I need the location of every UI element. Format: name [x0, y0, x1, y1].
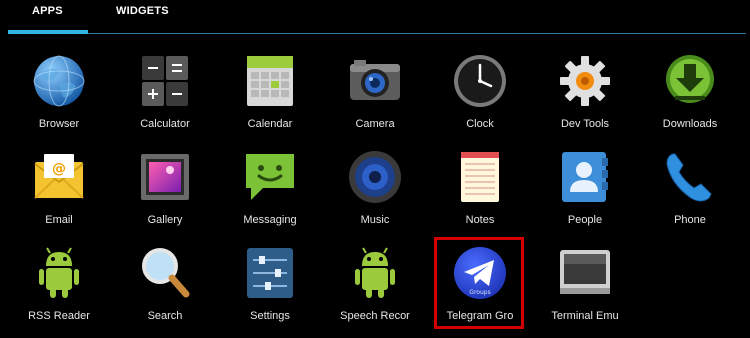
app-label: RSS Reader [28, 310, 90, 322]
app-camera[interactable]: Camera [327, 52, 423, 142]
app-notes[interactable]: Notes [432, 148, 528, 238]
app-calendar[interactable]: Calendar [222, 52, 318, 142]
app-calculator[interactable]: Calculator [117, 52, 213, 142]
app-gallery[interactable]: Gallery [117, 148, 213, 238]
app-phone[interactable]: Phone [642, 148, 738, 238]
app-terminal-emulator[interactable]: Terminal Emu [537, 244, 633, 334]
clock-icon [451, 52, 509, 110]
app-label: Gallery [147, 214, 183, 226]
app-messaging[interactable]: Messaging [222, 148, 318, 238]
app-label: Search [147, 310, 183, 322]
calendar-icon [241, 52, 299, 110]
app-clock[interactable]: Clock [432, 52, 528, 142]
envelope-icon: @ [30, 148, 88, 206]
app-people[interactable]: People [537, 148, 633, 238]
app-label: Terminal Emu [551, 310, 619, 322]
app-label: Calendar [247, 118, 293, 130]
app-rss-reader[interactable]: RSS Reader [11, 244, 107, 334]
android-robot-icon [30, 244, 88, 302]
download-icon [661, 52, 719, 110]
gallery-icon [136, 148, 194, 206]
app-dev-tools[interactable]: Dev Tools [537, 52, 633, 142]
contacts-icon [556, 148, 614, 206]
magnifier-icon [136, 244, 194, 302]
terminal-screen-icon [556, 244, 614, 302]
app-label: Downloads [662, 118, 718, 130]
app-label: Browser [38, 118, 80, 130]
selection-highlight-box [434, 237, 524, 329]
app-settings[interactable]: Settings [222, 244, 318, 334]
app-email[interactable]: @ Email [11, 148, 107, 238]
app-label: Notes [465, 214, 495, 226]
app-label: People [567, 214, 603, 226]
sliders-icon [241, 244, 299, 302]
chat-bubble-icon [241, 148, 299, 206]
app-label: Dev Tools [560, 118, 610, 130]
app-label: Speech Recor [340, 310, 410, 322]
app-downloads[interactable]: Downloads [642, 52, 738, 142]
gear-icon [556, 52, 614, 110]
svg-text:@: @ [52, 161, 66, 177]
camera-icon [346, 52, 404, 110]
globe-icon [30, 52, 88, 110]
app-speech-recorder[interactable]: Speech Recor [327, 244, 423, 334]
app-label: Settings [250, 310, 290, 322]
android-robot-icon [346, 244, 404, 302]
app-browser[interactable]: Browser [11, 52, 107, 142]
app-label: Camera [355, 118, 395, 130]
app-label: Music [360, 214, 390, 226]
app-label: Messaging [243, 214, 297, 226]
notepad-icon [451, 148, 509, 206]
app-label: Phone [674, 214, 706, 226]
app-grid: Browser Calculator Calendar Camera Clock… [0, 0, 750, 338]
app-label: Clock [466, 118, 494, 130]
app-music[interactable]: Music [327, 148, 423, 238]
app-search[interactable]: Search [117, 244, 213, 334]
speaker-icon [346, 148, 404, 206]
app-label: Calculator [140, 118, 190, 130]
app-label: Email [45, 214, 73, 226]
phone-handset-icon [661, 148, 719, 206]
calculator-icon [136, 52, 194, 110]
